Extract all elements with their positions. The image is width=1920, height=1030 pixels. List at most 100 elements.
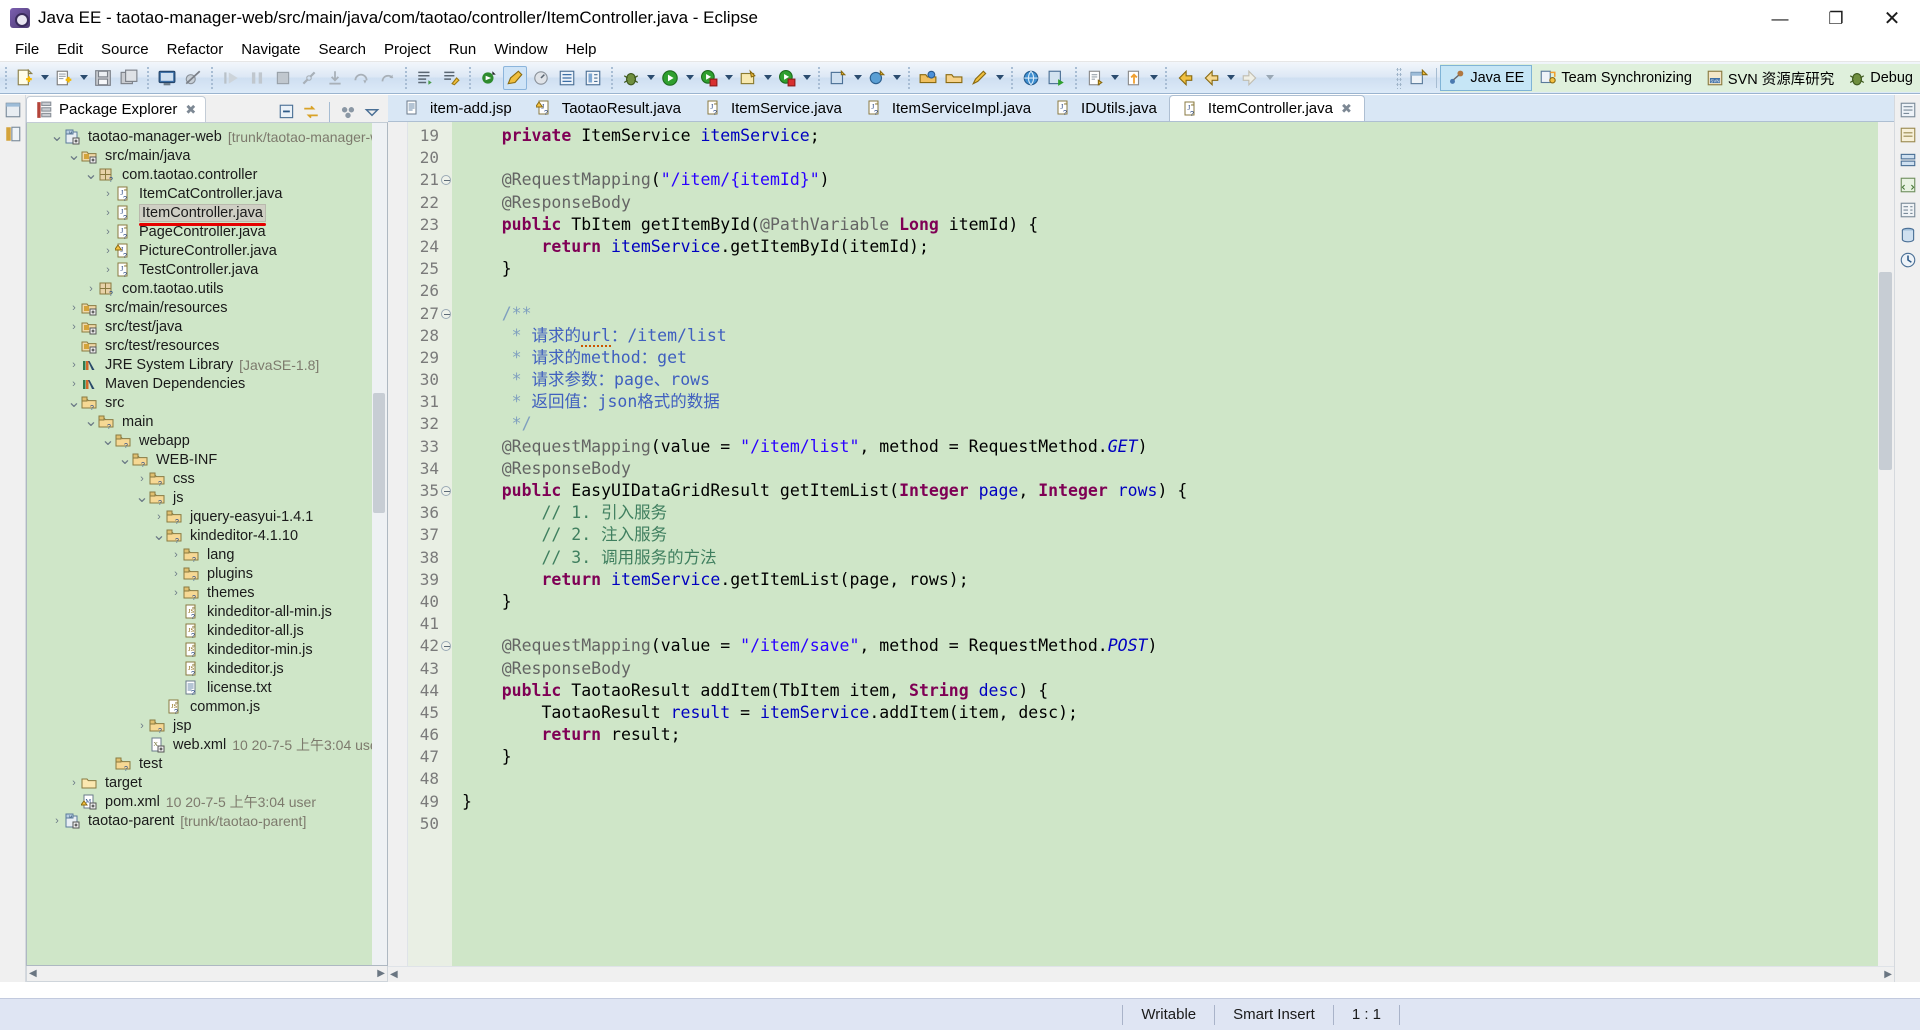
- tree-item[interactable]: ? license.txt: [27, 678, 387, 697]
- next-edit-icon[interactable]: [1122, 66, 1146, 90]
- chevron-down-icon[interactable]: ⌄: [118, 451, 132, 467]
- tree-item[interactable]: ›? jquery-easyui-1.4.1: [27, 507, 387, 526]
- back-history-icon[interactable]: [1199, 66, 1223, 90]
- new-ejb-dropdown-icon[interactable]: [851, 66, 864, 90]
- fold-collapse-icon[interactable]: [441, 308, 451, 319]
- forward-arrow-icon[interactable]: [1238, 66, 1262, 90]
- tree-item[interactable]: JS? kindeditor.js: [27, 659, 387, 678]
- chevron-down-icon[interactable]: [363, 103, 381, 121]
- history-fastview-icon[interactable]: [1899, 251, 1917, 269]
- svn-edit-icon[interactable]: [968, 66, 992, 90]
- tree-item[interactable]: ›? jsp: [27, 716, 387, 735]
- chevron-right-icon[interactable]: ›: [169, 549, 183, 561]
- menu-item-edit[interactable]: Edit: [48, 39, 92, 60]
- new-session-bean-dropdown-icon[interactable]: [890, 66, 903, 90]
- close-icon[interactable]: ✖: [1341, 101, 1352, 117]
- tree-item[interactable]: Mpom.xml 10 20-7-5 上午3:04 user: [27, 792, 387, 811]
- svn-open-icon[interactable]: [942, 66, 966, 90]
- view-menu-icon[interactable]: [339, 103, 357, 121]
- chevron-right-icon[interactable]: ›: [67, 321, 81, 333]
- package-explorer-fastview-icon[interactable]: [4, 125, 22, 143]
- tree-item[interactable]: ›J?PictureController.java: [27, 241, 387, 260]
- perspective-tab-svn[interactable]: SVN SVN 资源库研究: [1699, 65, 1841, 91]
- close-button[interactable]: ✕: [1864, 0, 1920, 37]
- tree-item[interactable]: ›? themes: [27, 583, 387, 602]
- run-icon[interactable]: [658, 66, 682, 90]
- tree-item[interactable]: › target: [27, 773, 387, 792]
- data-source-fastview-icon[interactable]: [1899, 226, 1917, 244]
- tree-item[interactable]: JS? kindeditor-min.js: [27, 640, 387, 659]
- menu-item-help[interactable]: Help: [557, 39, 606, 60]
- tree-item[interactable]: ? test: [27, 754, 387, 773]
- perspective-tab-team-synchronizing[interactable]: Team Synchronizing: [1532, 65, 1699, 91]
- fold-collapse-icon[interactable]: [441, 175, 451, 186]
- chevron-down-icon[interactable]: ⌄: [67, 394, 81, 410]
- chevron-down-icon[interactable]: ⌄: [84, 413, 98, 429]
- tree-item[interactable]: ⌄? kindeditor-4.1.10: [27, 526, 387, 545]
- save-all-icon[interactable]: [117, 66, 141, 90]
- skip-breakpoints-icon[interactable]: [181, 66, 205, 90]
- tree-item[interactable]: ⌄? webapp: [27, 431, 387, 450]
- chevron-down-icon[interactable]: ⌄: [135, 489, 149, 505]
- menu-item-file[interactable]: File: [6, 39, 48, 60]
- fold-collapse-icon[interactable]: [441, 486, 451, 496]
- link-with-editor-icon[interactable]: [302, 103, 320, 121]
- chevron-right-icon[interactable]: ›: [101, 207, 115, 219]
- task-list-fastview-icon[interactable]: [1899, 126, 1917, 144]
- terminate-icon[interactable]: [271, 66, 295, 90]
- perspective-bar-grip[interactable]: [1396, 67, 1403, 89]
- package-explorer-tree-container[interactable]: ⌄ Mtaotao-manager-web [trunk/taotao-manage…: [26, 122, 388, 966]
- servers-fastview-icon[interactable]: [1899, 151, 1917, 169]
- profile-icon[interactable]: [529, 66, 553, 90]
- disconnect-icon[interactable]: [297, 66, 321, 90]
- tree-item[interactable]: › src/main/resources: [27, 298, 387, 317]
- debug-dropdown-icon[interactable]: [644, 66, 657, 90]
- editor-overview-ruler[interactable]: [1878, 122, 1894, 966]
- console-icon[interactable]: [155, 66, 179, 90]
- package-explorer-vertical-scrollbar[interactable]: [372, 123, 387, 965]
- chevron-right-icon[interactable]: ›: [67, 302, 81, 314]
- tree-item[interactable]: › Maven Dependencies: [27, 374, 387, 393]
- scroll-right-icon[interactable]: ▶: [1884, 969, 1892, 980]
- run-on-server-icon[interactable]: [1045, 66, 1069, 90]
- run-server-icon[interactable]: [775, 66, 799, 90]
- run-server-dropdown-icon[interactable]: [800, 66, 813, 90]
- new-java-project-icon[interactable]: [52, 66, 76, 90]
- menu-item-project[interactable]: Project: [375, 39, 440, 60]
- debug-bug-icon[interactable]: [619, 66, 643, 90]
- chevron-right-icon[interactable]: ›: [101, 245, 115, 257]
- scroll-left-icon[interactable]: ◀: [390, 969, 398, 980]
- properties-fastview-icon[interactable]: [1899, 201, 1917, 219]
- new-java-project-dropdown-icon[interactable]: [77, 66, 90, 90]
- tree-item[interactable]: › src/test/java: [27, 317, 387, 336]
- next-annotation-icon[interactable]: [413, 66, 437, 90]
- new-wizard-icon[interactable]: [13, 66, 37, 90]
- tree-item[interactable]: ›? lang: [27, 545, 387, 564]
- chevron-right-icon[interactable]: ›: [67, 777, 81, 789]
- snippets-fastview-icon[interactable]: [1899, 176, 1917, 194]
- run-dropdown-icon[interactable]: [683, 66, 696, 90]
- chevron-down-icon[interactable]: ⌄: [50, 128, 64, 144]
- editor-tab[interactable]: J? ItemController.java ✖: [1168, 95, 1365, 121]
- tree-item[interactable]: ⌄? com.taotao.controller: [27, 165, 387, 184]
- chevron-right-icon[interactable]: ›: [135, 720, 149, 732]
- fold-collapse-icon[interactable]: [441, 641, 451, 652]
- editor-tab[interactable]: J? ItemService.java: [693, 95, 854, 121]
- tree-item[interactable]: › J? ItemController.java: [27, 203, 387, 222]
- tree-item[interactable]: › J? TestController.java: [27, 260, 387, 279]
- editor-marker-column[interactable]: [388, 122, 408, 966]
- perspective-tab-java-ee[interactable]: Java EE: [1440, 65, 1533, 91]
- previous-edit-icon[interactable]: [1083, 66, 1107, 90]
- menu-item-source[interactable]: Source: [92, 39, 158, 60]
- chevron-right-icon[interactable]: ›: [169, 587, 183, 599]
- forward-history-dropdown-icon[interactable]: [1263, 66, 1276, 90]
- chevron-down-icon[interactable]: ⌄: [101, 432, 115, 448]
- scrollbar-thumb[interactable]: [373, 393, 385, 513]
- chevron-right-icon[interactable]: ›: [101, 188, 115, 200]
- menu-item-refactor[interactable]: Refactor: [158, 39, 233, 60]
- step-into-icon[interactable]: [323, 66, 347, 90]
- menu-item-window[interactable]: Window: [485, 39, 556, 60]
- tree-item[interactable]: JS? kindeditor-all.js: [27, 621, 387, 640]
- chevron-down-icon[interactable]: ⌄: [84, 166, 98, 182]
- open-type-icon[interactable]: [555, 66, 579, 90]
